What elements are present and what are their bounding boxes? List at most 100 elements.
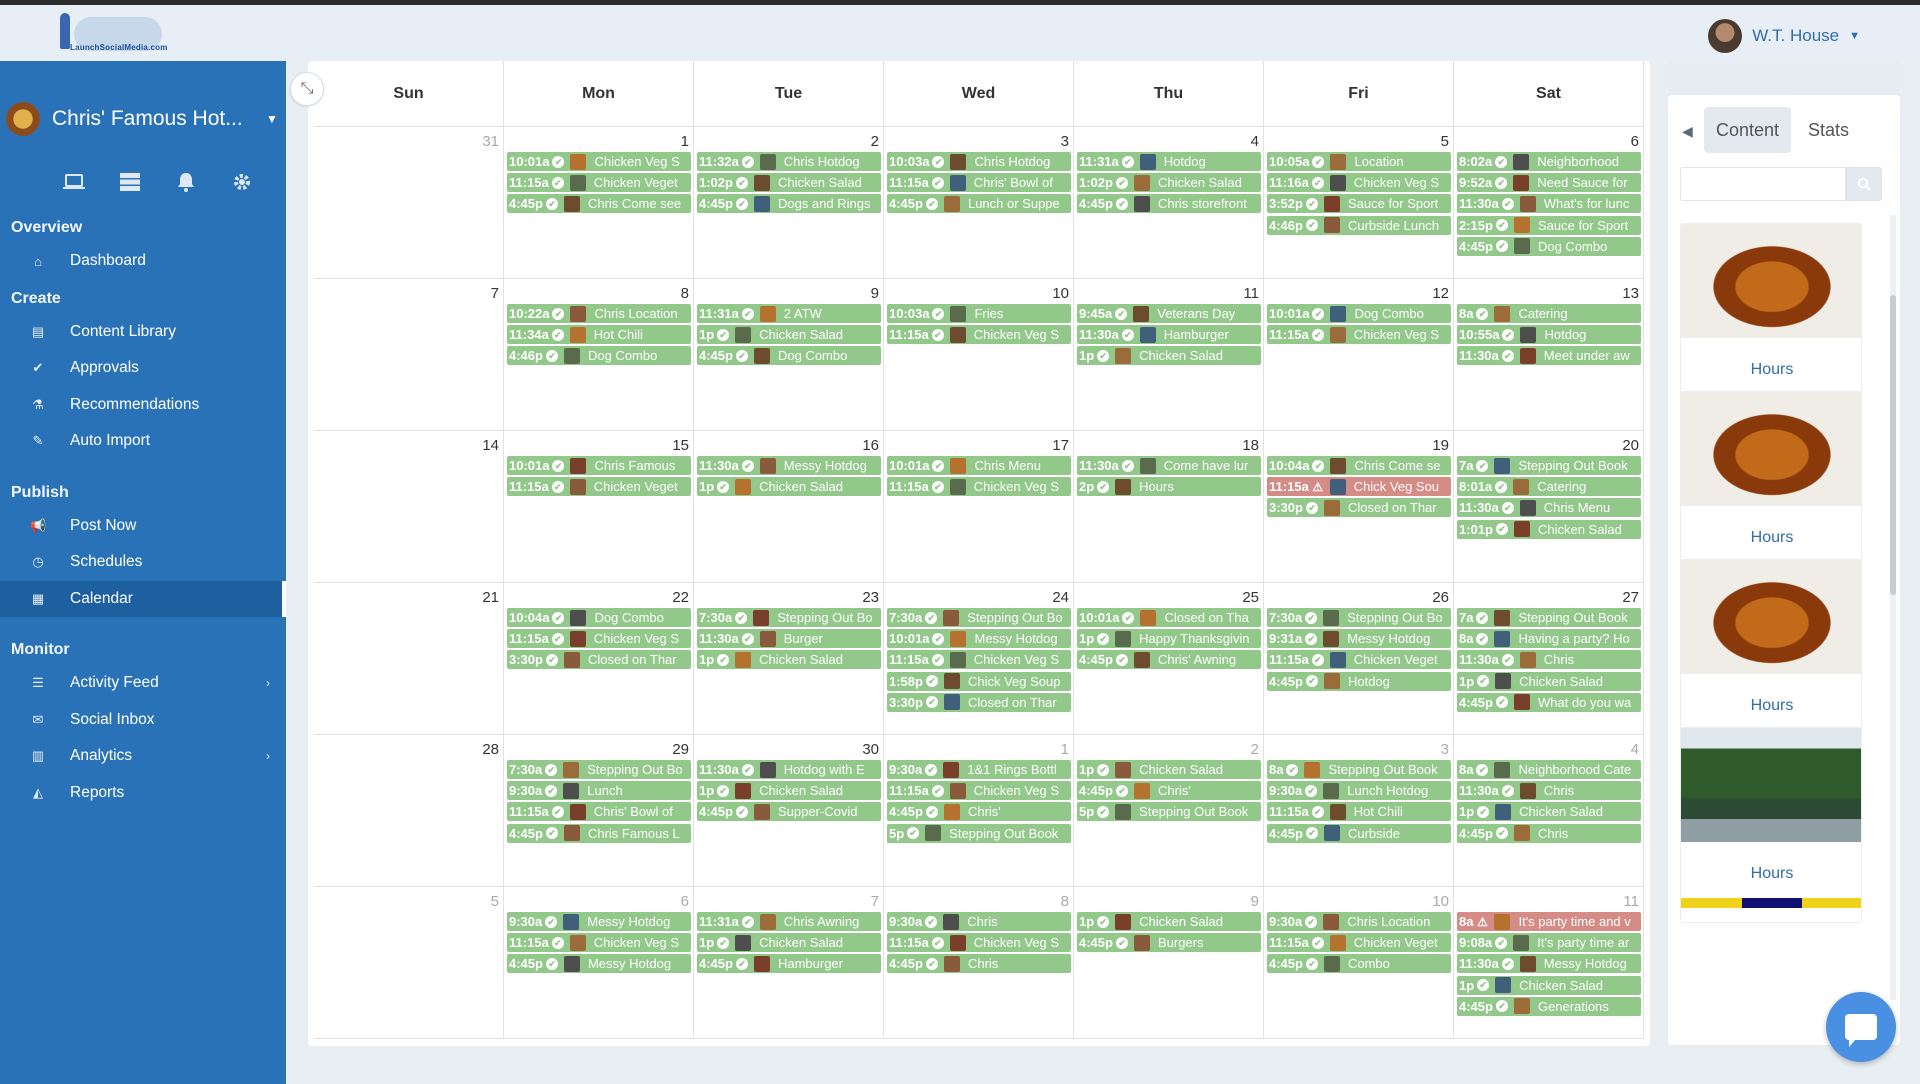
gear-icon[interactable] [214,167,270,197]
calendar-event[interactable]: 4:45p ✔ Chris Come see [507,194,691,214]
calendar-day-cell[interactable]: 7 11:31a ✔ Chris Awning 1p ✔ Chicken Salad 4:45… [694,887,884,1039]
calendar-event[interactable]: 11:30a ✔ Chris [1457,781,1641,801]
calendar-event[interactable]: 11:15a ✔ Chicken Veg S [887,781,1071,801]
calendar-event[interactable]: 10:05a ✔ Location [1267,152,1451,171]
calendar-event[interactable]: 1p ✔ Chicken Salad [697,650,881,670]
calendar-day-cell[interactable]: 26 7:30a ✔ Stepping Out Bo 9:31a ✔ Messy Hotdo… [1264,583,1454,735]
calendar-event[interactable]: 2p ✔ Hours [1077,477,1261,497]
calendar-event[interactable]: 9:30a ✔ Lunch [507,781,691,801]
calendar-event[interactable]: 11:15a ✔ Chicken Veget [1267,933,1451,953]
sidebar-item-activity-feed[interactable]: ☰ Activity Feed › [0,665,286,702]
calendar-event[interactable]: 1p ✔ Chicken Salad [697,781,881,801]
calendar-event[interactable]: 5p ✔ Stepping Out Book [887,823,1071,843]
calendar-event[interactable]: 4:45p ✔ Combo [1267,954,1451,974]
tab-stats[interactable]: Stats [1796,107,1861,153]
calendar-event[interactable]: 11:31a ✔ 2 ATW [697,304,881,323]
calendar-event[interactable]: 10:22a ✔ Chris Location [507,304,691,323]
calendar-event[interactable]: 4:45p ✔ Supper-Covid [697,802,881,822]
calendar-event[interactable]: 7:30a ✔ Stepping Out Bo [887,608,1071,627]
calendar-event[interactable]: 9:30a ✔ Chris Location [1267,912,1451,931]
tab-content[interactable]: Content [1704,107,1792,153]
calendar-event[interactable]: 11:30a ✔ Chris Menu [1457,498,1641,518]
calendar-event[interactable]: 10:01a ✔ Messy Hotdog [887,629,1071,649]
calendar-event[interactable]: 7a ✔ Stepping Out Book [1457,456,1641,475]
calendar-event[interactable]: 11:15a ✔ Chicken Veg S [1267,325,1451,345]
calendar-day-cell[interactable]: 18 11:30a ✔ Come have lur 2p ✔ Hours [1074,431,1264,583]
calendar-event[interactable]: 3:30p ✔ Closed on Thar [507,650,691,670]
calendar-event[interactable]: 11:15a ✔ Chicken Veget [507,477,691,497]
calendar-day-cell[interactable]: 7 [314,279,504,431]
sidebar-item-calendar[interactable]: ▦ Calendar [0,580,286,617]
calendar-event[interactable]: 1p ✔ Chicken Salad [1077,912,1261,931]
calendar-day-cell[interactable]: 30 11:30a ✔ Hotdog with E 1p ✔ Chicken Salad 4:… [694,735,884,887]
server-icon[interactable] [102,167,158,197]
calendar-day-cell[interactable]: 15 10:01a ✔ Chris Famous 11:15a ✔ Chicken Vege… [504,431,694,583]
calendar-event[interactable]: 11:15a ✔ Chicken Veg S [507,629,691,649]
calendar-event[interactable]: 11:32a ✔ Chris Hotdog [697,152,881,171]
calendar-event[interactable]: 7:30a ✔ Stepping Out Bo [507,760,691,779]
calendar-event[interactable]: 11:15a ✔ Chicken Veg S [887,933,1071,953]
calendar-day-cell[interactable]: 1 10:01a ✔ Chicken Veg S 11:15a ✔ Chicken Vege… [504,127,694,279]
calendar-event[interactable]: 11:15a ✔ Chicken Veg S [887,325,1071,345]
calendar-event[interactable]: 11:30a ✔ Come have lur [1077,456,1261,475]
brand-switcher[interactable]: Chris' Famous Hot... ▼ [6,97,280,141]
content-card[interactable]: Hours [1680,391,1862,587]
calendar-event[interactable]: 1p ✔ Chicken Salad [1457,975,1641,995]
calendar-event[interactable]: 1:02p ✔ Chicken Salad [697,173,881,193]
calendar-event[interactable]: 8a ✔ Neighborhood Cate [1457,760,1641,779]
calendar-day-cell[interactable]: 2 11:32a ✔ Chris Hotdog 1:02p ✔ Chicken Salad 4… [694,127,884,279]
calendar-day-cell[interactable]: 6 8:02a ✔ Neighborhood 9:52a ✔ Need Sauce for 1… [1454,127,1644,279]
calendar-event[interactable]: 1p ✔ Chicken Salad [1077,346,1261,366]
calendar-day-cell[interactable]: 6 9:30a ✔ Messy Hotdog 11:15a ✔ Chicken Veg S4… [504,887,694,1039]
calendar-event[interactable]: 9:30a ✔ Chris [887,912,1071,931]
calendar-day-cell[interactable]: 5 [314,887,504,1039]
sidebar-item-analytics[interactable]: ▥ Analytics › [0,738,286,775]
calendar-event[interactable]: 11:31a ✔ Hotdog [1077,152,1261,171]
calendar-event[interactable]: 4:45p ✔ Chris' Awning [1077,650,1261,670]
calendar-day-cell[interactable]: 3 8a ✔ Stepping Out Book 9:30a ✔ Lunch Hotdog 1… [1264,735,1454,887]
calendar-day-cell[interactable]: 11 9:45a ✔ Veterans Day 11:30a ✔ Hamburger 1p ✔ C… [1074,279,1264,431]
calendar-day-cell[interactable]: 28 [314,735,504,887]
calendar-event[interactable]: 4:45p ✔ Messy Hotdog [507,954,691,974]
calendar-event[interactable]: 11:15a ✔ Chicken Veg S [507,933,691,953]
calendar-event[interactable]: 11:31a ✔ Chris Awning [697,912,881,931]
calendar-day-cell[interactable]: 13 8a ✔ Catering 10:55a ✔ Hotdog 11:30a ✔ Meet un… [1454,279,1644,431]
expand-icon[interactable]: ⤡ [290,72,324,106]
calendar-day-cell[interactable]: 21 [314,583,504,735]
calendar-day-cell[interactable]: 23 7:30a ✔ Stepping Out Bo 11:30a ✔ Burger 1p ✔ C… [694,583,884,735]
calendar-event[interactable]: 11:30a ✔ Hamburger [1077,325,1261,345]
calendar-event[interactable]: 8:02a ✔ Neighborhood [1457,152,1641,171]
calendar-event[interactable]: 1:01p ✔ Chicken Salad [1457,519,1641,539]
calendar-event[interactable]: 1p ✔ Chicken Salad [1077,760,1261,779]
calendar-event[interactable]: 8a ⚠ It's party time and v [1457,912,1641,931]
calendar-event[interactable]: 11:34a ✔ Hot Chili [507,325,691,345]
calendar-day-cell[interactable]: 29 7:30a ✔ Stepping Out Bo 9:30a ✔ Lunch 11:15a… [504,735,694,887]
calendar-day-cell[interactable]: 10 10:03a ✔ Fries 11:15a ✔ Chicken Veg S [884,279,1074,431]
calendar-event[interactable]: 9:52a ✔ Need Sauce for [1457,173,1641,193]
calendar-day-cell[interactable]: 5 10:05a ✔ Location 11:16a ✔ Chicken Veg S 3:52… [1264,127,1454,279]
user-menu[interactable]: W.T. House ▼ [1708,19,1860,53]
search-button[interactable] [1846,167,1882,201]
calendar-event[interactable]: 4:45p ✔ Chris Famous L [507,823,691,843]
sidebar-item-schedules[interactable]: ◷ Schedules [0,544,286,581]
calendar-day-cell[interactable]: 9 1p ✔ Chicken Salad 4:45p ✔ Burgers [1074,887,1264,1039]
calendar-day-cell[interactable]: 12 10:01a ✔ Dog Combo 11:15a ✔ Chicken Veg S [1264,279,1454,431]
calendar-event[interactable]: 2:15p ✔ Sauce for Sport [1457,215,1641,235]
content-search-input[interactable] [1680,167,1846,201]
calendar-day-cell[interactable]: 10 9:30a ✔ Chris Location 11:15a ✔ Chicken Veg… [1264,887,1454,1039]
calendar-event[interactable]: 4:45p ✔ Hotdog [1267,671,1451,691]
calendar-day-cell[interactable]: 2 1p ✔ Chicken Salad 4:45p ✔ Chris' 5p ✔ Stepping… [1074,735,1264,887]
calendar-event[interactable]: 10:03a ✔ Fries [887,304,1071,323]
chat-widget-button[interactable] [1826,992,1896,1062]
calendar-event[interactable]: 10:01a ✔ Dog Combo [1267,304,1451,323]
calendar-event[interactable]: 4:46p ✔ Dog Combo [507,346,691,366]
calendar-event[interactable]: 11:30a ✔ Chris [1457,650,1641,670]
calendar-event[interactable]: 1p ✔ Chicken Salad [697,933,881,953]
content-card[interactable]: Hours [1680,223,1862,419]
sidebar-item-social-inbox[interactable]: ✉ Social Inbox [0,702,286,739]
calendar-event[interactable]: 10:01a ✔ Closed on Tha [1077,608,1261,627]
calendar-event[interactable]: 11:15a ✔ Chicken Veg S [887,650,1071,670]
sidebar-item-recommendations[interactable]: ⚗ Recommendations [0,387,286,424]
calendar-day-cell[interactable]: 3 10:03a ✔ Chris Hotdog 11:15a ✔ Chris' Bowl o… [884,127,1074,279]
calendar-event[interactable]: 10:01a ✔ Chris Menu [887,456,1071,475]
